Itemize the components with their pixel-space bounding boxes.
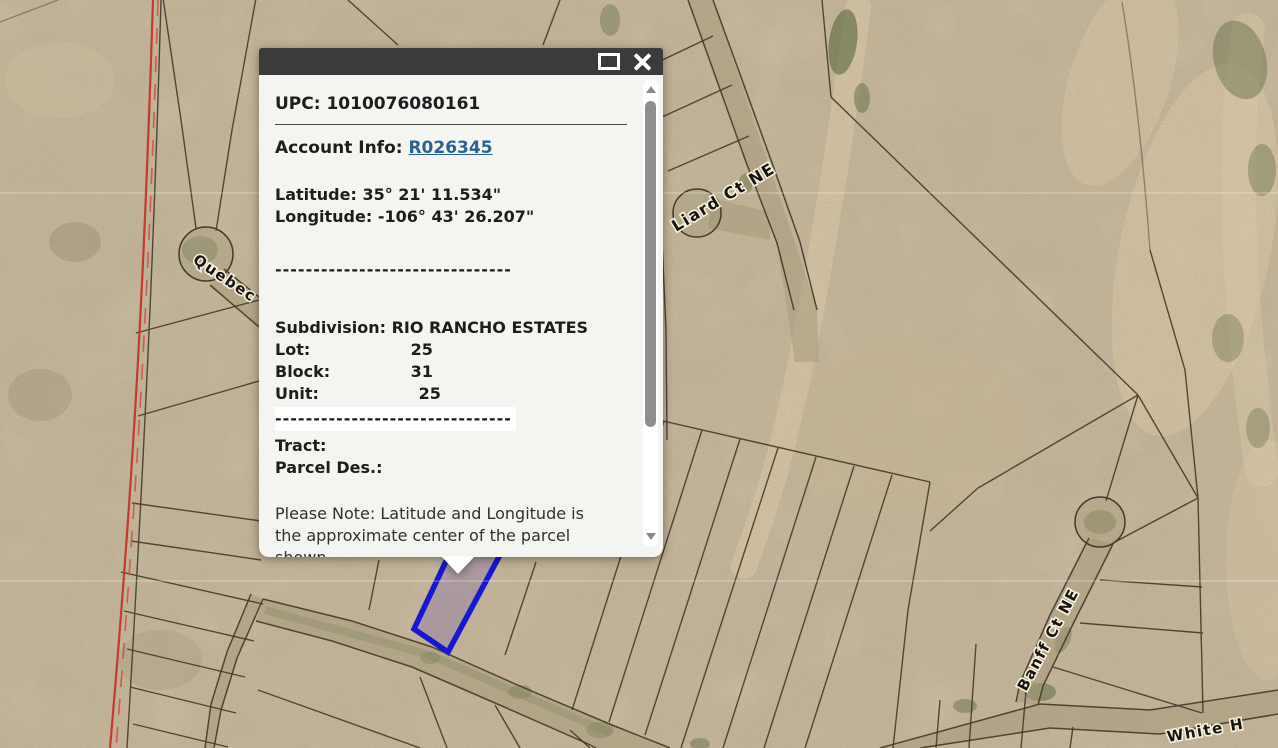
dashed-divider-highlighted: -------------------------------: [275, 407, 627, 431]
subdivision-row: Subdivision: RIO RANCHO ESTATES: [275, 317, 627, 339]
subdivision-value: RIO RANCHO ESTATES: [392, 318, 588, 337]
subdivision-label: Subdivision:: [275, 318, 386, 337]
account-row: Account Info: R026345: [275, 137, 627, 159]
dashed-divider: -------------------------------: [275, 259, 627, 281]
popup-note: Please Note: Latitude and Longitude is t…: [275, 503, 609, 557]
scroll-up-icon[interactable]: [646, 86, 656, 93]
unit-row: Unit: 25: [275, 383, 627, 405]
longitude-label: Longitude:: [275, 207, 372, 226]
unit-value: 25: [411, 384, 441, 403]
popup-callout-pointer: [441, 556, 475, 574]
tract-label: Tract:: [275, 436, 326, 455]
map-application: Quebec Liard Ct NE Banff Ct NE White H U…: [0, 0, 1278, 748]
maximize-icon[interactable]: [598, 53, 620, 70]
latitude-row: Latitude: 35° 21' 11.534": [275, 184, 627, 206]
popup-scrollbar[interactable]: [643, 79, 658, 547]
unit-label: Unit:: [275, 383, 405, 405]
upc-label: UPC:: [275, 94, 321, 114]
parcel-info-content: UPC: 1010076080161 Account Info: R026345…: [275, 75, 627, 557]
block-label: Block:: [275, 361, 405, 383]
lot-value: 25: [411, 340, 433, 359]
parcel-info-popup: UPC: 1010076080161 Account Info: R026345…: [259, 48, 663, 557]
upc-value: 1010076080161: [326, 94, 480, 114]
popup-title-bar[interactable]: [259, 48, 663, 75]
divider-rule: [275, 124, 627, 125]
close-icon[interactable]: [633, 52, 652, 71]
account-link[interactable]: R026345: [408, 138, 492, 158]
latitude-value: 35° 21' 11.534": [362, 185, 501, 204]
longitude-value: -106° 43' 26.207": [378, 207, 534, 226]
popup-body: UPC: 1010076080161 Account Info: R026345…: [259, 75, 663, 557]
scroll-down-icon[interactable]: [646, 533, 656, 540]
scrollbar-thumb[interactable]: [645, 101, 656, 427]
latitude-label: Latitude:: [275, 185, 357, 204]
parcel-des-row: Parcel Des.:: [275, 457, 627, 479]
block-row: Block: 31: [275, 361, 627, 383]
tract-row: Tract:: [275, 435, 627, 457]
upc-row: UPC: 1010076080161: [275, 93, 627, 115]
block-value: 31: [411, 362, 433, 381]
parcel-des-label: Parcel Des.:: [275, 458, 383, 477]
longitude-row: Longitude: -106° 43' 26.207": [275, 206, 627, 228]
account-label: Account Info:: [275, 138, 403, 158]
lot-label: Lot:: [275, 339, 405, 361]
banff-cul-de-sac: [1075, 497, 1125, 547]
lot-row: Lot: 25: [275, 339, 627, 361]
